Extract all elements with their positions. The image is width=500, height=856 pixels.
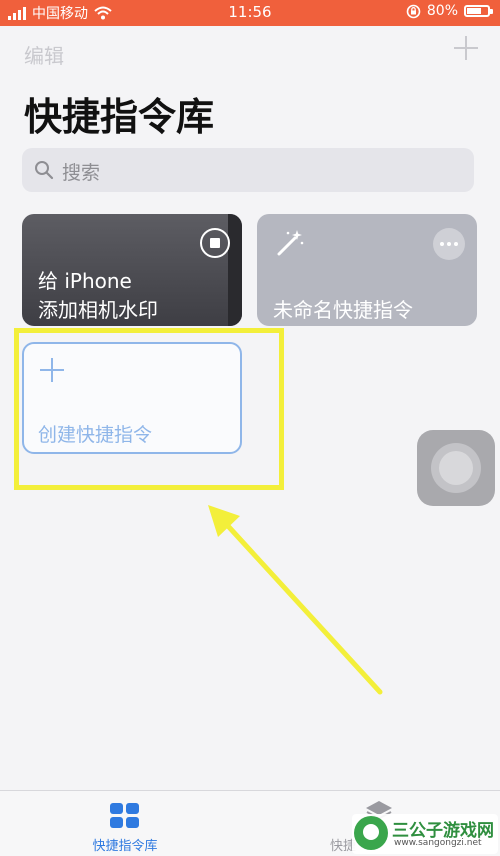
watermark-logo [354,816,388,850]
shortcut-card-untitled[interactable]: 未命名快捷指令 [257,214,477,326]
battery-fill [467,8,481,14]
shortcut-title-line2: 添加相机水印 [38,298,158,322]
page-title: 快捷指令库 [24,95,215,139]
search-bar[interactable]: 搜索 [22,148,474,192]
watermark: 三公子游戏网 www.sangongzi.net [352,814,498,854]
edit-button[interactable]: 编辑 [24,40,64,69]
status-bar: 中国移动 11:56 80% [0,0,500,26]
create-shortcut-label: 创建快捷指令 [38,424,153,446]
orientation-lock-icon [406,4,421,18]
watermark-url: www.sangongzi.net [394,838,482,848]
shortcut-title-line1: 给 iPhone [38,269,132,293]
plus-icon[interactable] [454,36,478,60]
search-icon [35,161,54,180]
magic-wand-icon [277,230,304,256]
more-icon[interactable] [433,228,465,260]
battery-icon [464,5,493,17]
plus-icon [40,358,64,382]
card-edge [228,214,242,326]
assistive-touch-button[interactable] [417,430,495,506]
search-placeholder: 搜索 [62,162,101,184]
shortcut-title: 未命名快捷指令 [273,298,413,322]
status-right: 80% [406,3,493,19]
battery-percent: 80% [426,3,458,19]
tab-library[interactable]: 快捷指令库 [80,791,170,856]
assistive-touch-core [439,451,473,485]
grid-icon [110,803,140,829]
shortcut-card-camera-watermark[interactable]: 给 iPhone 添加相机水印 [22,214,242,326]
create-shortcut-button[interactable]: 创建快捷指令 [22,342,242,454]
stop-icon[interactable] [200,228,230,258]
tab-library-label: 快捷指令库 [92,839,158,854]
